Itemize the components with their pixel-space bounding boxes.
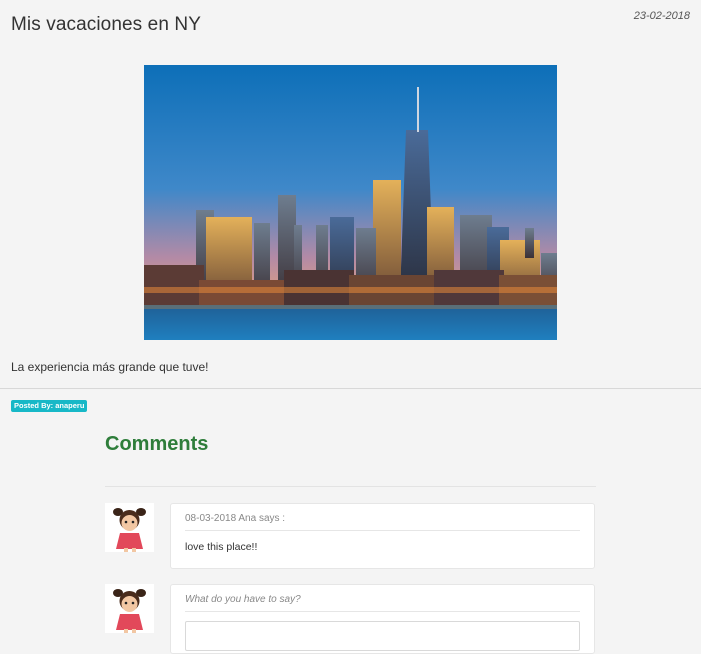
comment-text: love this place!! [185,541,258,553]
commenter-avatar [105,503,154,552]
post-title: Mis vacaciones en NY [11,14,201,35]
posted-by-badge: Posted By: anaperu [11,400,88,412]
comments-divider [105,486,596,487]
post-divider [0,388,701,389]
current-user-avatar [105,584,154,633]
new-comment-input[interactable] [185,621,580,651]
comments-heading: Comments [105,433,209,455]
post-header: Mis vacaciones en NY 23-02-2018 [0,0,701,50]
comment-card: 08-03-2018 Ana says : love this place!! [170,503,595,569]
comment-meta: 08-03-2018 Ana says : [185,513,286,524]
new-comment-divider [185,611,580,612]
comment-meta-divider [185,530,580,531]
new-comment-card: What do you have to say? [170,584,595,654]
new-comment-prompt: What do you have to say? [185,594,301,605]
post-body-text: La experiencia más grande que tuve! [11,360,209,374]
post-image [144,65,557,340]
post-date: 23-02-2018 [633,10,690,22]
